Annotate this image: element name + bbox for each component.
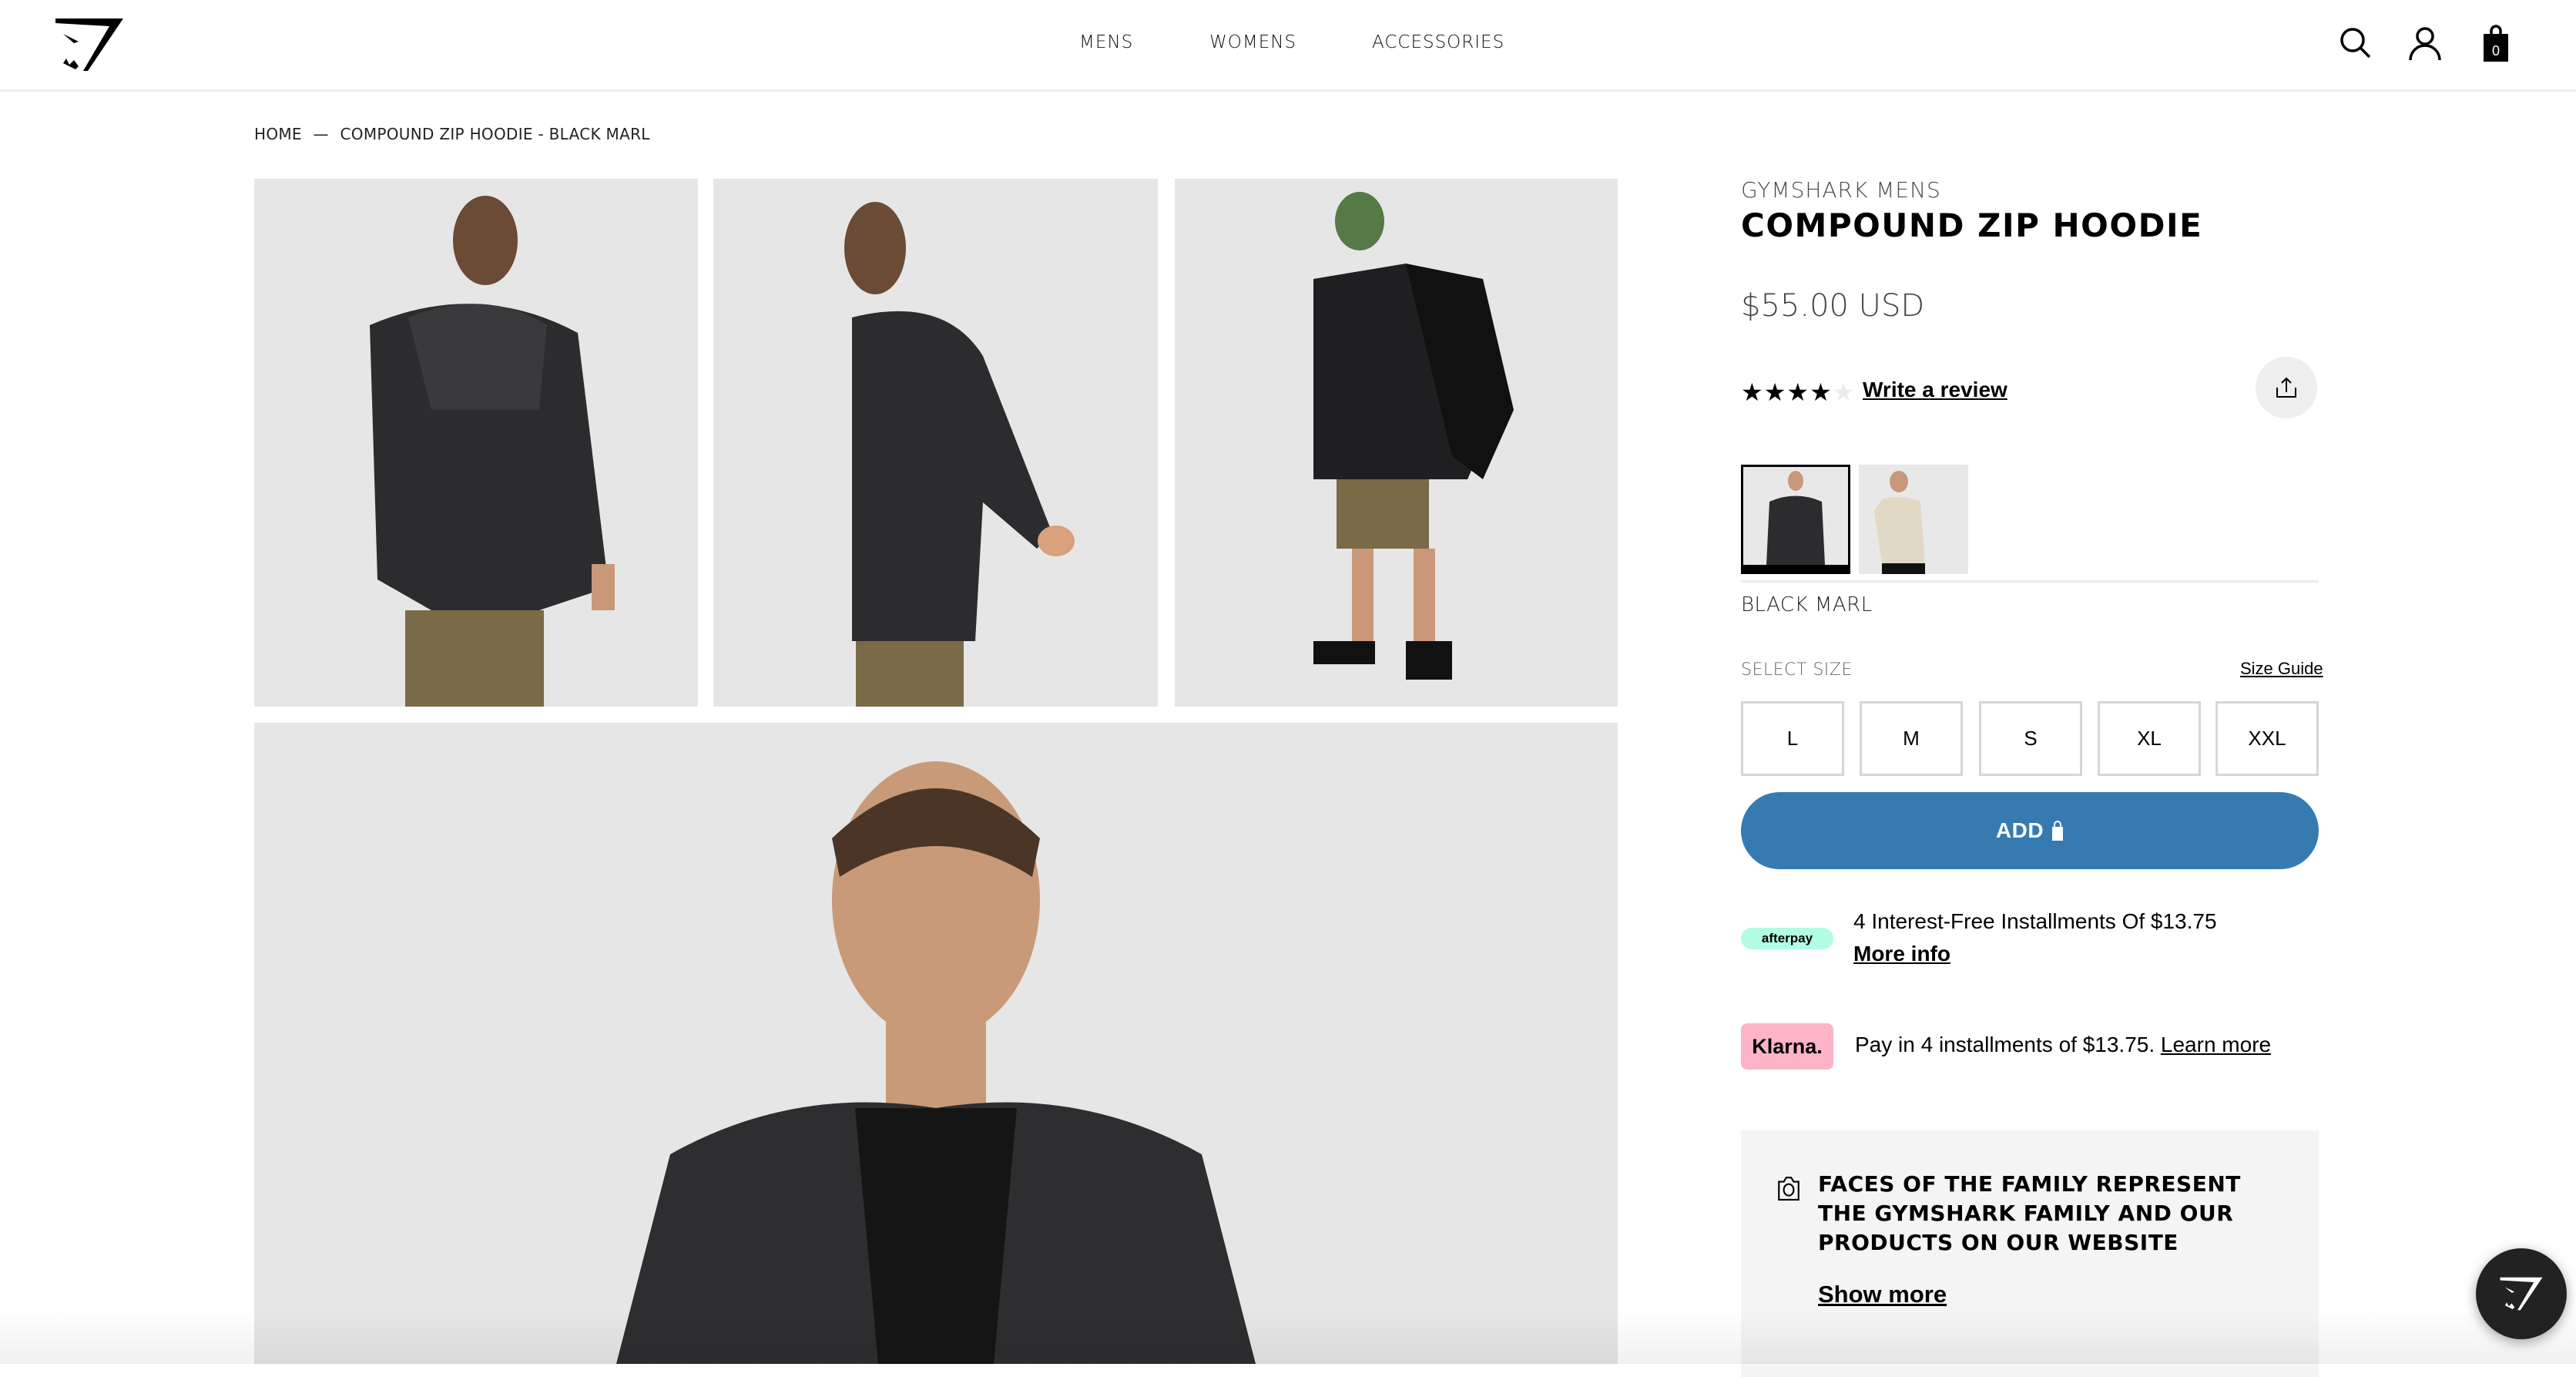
size-button-s[interactable]: S bbox=[1979, 701, 2082, 776]
klarna-text-row: Pay in 4 installments of $13.75. Learn m… bbox=[1855, 1033, 2271, 1057]
size-guide-link[interactable]: Size Guide bbox=[2240, 659, 2323, 679]
product-price: $55.00 USD bbox=[1741, 288, 1925, 324]
star-empty-icon: ★ bbox=[1832, 378, 1856, 406]
share-icon bbox=[2276, 377, 2296, 398]
afterpay-badge: afterpay bbox=[1741, 928, 1833, 949]
faces-of-family-text: FACES OF THE FAMILY REPRESENT THE GYMSHA… bbox=[1818, 1171, 2241, 1255]
chat-button[interactable] bbox=[2476, 1248, 2567, 1339]
breadcrumb-home[interactable]: HOME bbox=[254, 125, 302, 143]
gymshark-logo[interactable] bbox=[52, 17, 126, 72]
bag-icon[interactable]: 0 bbox=[2482, 25, 2510, 62]
afterpay-text: 4 Interest-Free Installments Of $13.75 bbox=[1853, 909, 2217, 933]
product-image-side[interactable] bbox=[713, 179, 1158, 707]
product-image-front[interactable] bbox=[254, 723, 1618, 1364]
nav-accessories[interactable]: ACCESSORIES bbox=[1372, 32, 1504, 52]
product-brand: GYMSHARK MENS bbox=[1741, 177, 1941, 203]
product-title: COMPOUND ZIP HOODIE bbox=[1741, 207, 2203, 244]
camera-icon bbox=[1773, 1175, 1804, 1205]
product-image-back[interactable] bbox=[254, 179, 698, 707]
star-filled-icon: ★ bbox=[1786, 378, 1810, 406]
size-button-l[interactable]: L bbox=[1741, 701, 1844, 776]
size-button-m[interactable]: M bbox=[1860, 701, 1963, 776]
breadcrumb: HOME — COMPOUND ZIP HOODIE - BLACK MARL bbox=[254, 125, 650, 143]
add-button-label: ADD bbox=[1995, 818, 2044, 842]
product-image-full[interactable] bbox=[1175, 179, 1618, 707]
nav-womens[interactable]: WOMENS bbox=[1209, 32, 1296, 52]
account-icon[interactable] bbox=[2408, 26, 2442, 61]
show-more-link[interactable]: Show more bbox=[1818, 1281, 1947, 1308]
search-icon[interactable] bbox=[2339, 26, 2373, 60]
write-review-link[interactable]: Write a review bbox=[1863, 378, 2007, 402]
divider bbox=[1741, 580, 2319, 583]
nav-mens[interactable]: MENS bbox=[1079, 32, 1133, 52]
share-button[interactable] bbox=[2256, 357, 2317, 418]
afterpay-more-info-link[interactable]: More info bbox=[1853, 942, 1950, 966]
selected-color-name: BLACK MARL bbox=[1741, 593, 1873, 616]
star-filled-icon: ★ bbox=[1810, 378, 1833, 406]
klarna-badge: Klarna. bbox=[1741, 1023, 1833, 1070]
klarna-text: Pay in 4 installments of $13.75. bbox=[1855, 1033, 2155, 1056]
cart-count: 0 bbox=[2492, 43, 2500, 59]
breadcrumb-separator: — bbox=[313, 125, 329, 143]
size-button-xl[interactable]: XL bbox=[2098, 701, 2201, 776]
add-to-bag-button[interactable]: ADD bbox=[1741, 792, 2319, 869]
bag-icon bbox=[2052, 821, 2064, 841]
color-swatch-black-marl[interactable] bbox=[1741, 465, 1850, 574]
color-swatch-beige[interactable] bbox=[1859, 465, 1968, 574]
star-filled-icon: ★ bbox=[1763, 378, 1787, 406]
site-header: MENS WOMENS ACCESSORIES 0 bbox=[0, 0, 2576, 92]
size-button-xxl[interactable]: XXL bbox=[2215, 701, 2319, 776]
breadcrumb-current: COMPOUND ZIP HOODIE - BLACK MARL bbox=[340, 125, 650, 143]
star-filled-icon: ★ bbox=[1741, 378, 1764, 406]
select-size-label: SELECT SIZE bbox=[1741, 660, 1853, 680]
rating-stars: ★★★★★ bbox=[1741, 378, 1855, 407]
gymshark-chat-icon bbox=[2499, 1277, 2543, 1311]
klarna-learn-more-link[interactable]: Learn more bbox=[2161, 1033, 2271, 1056]
